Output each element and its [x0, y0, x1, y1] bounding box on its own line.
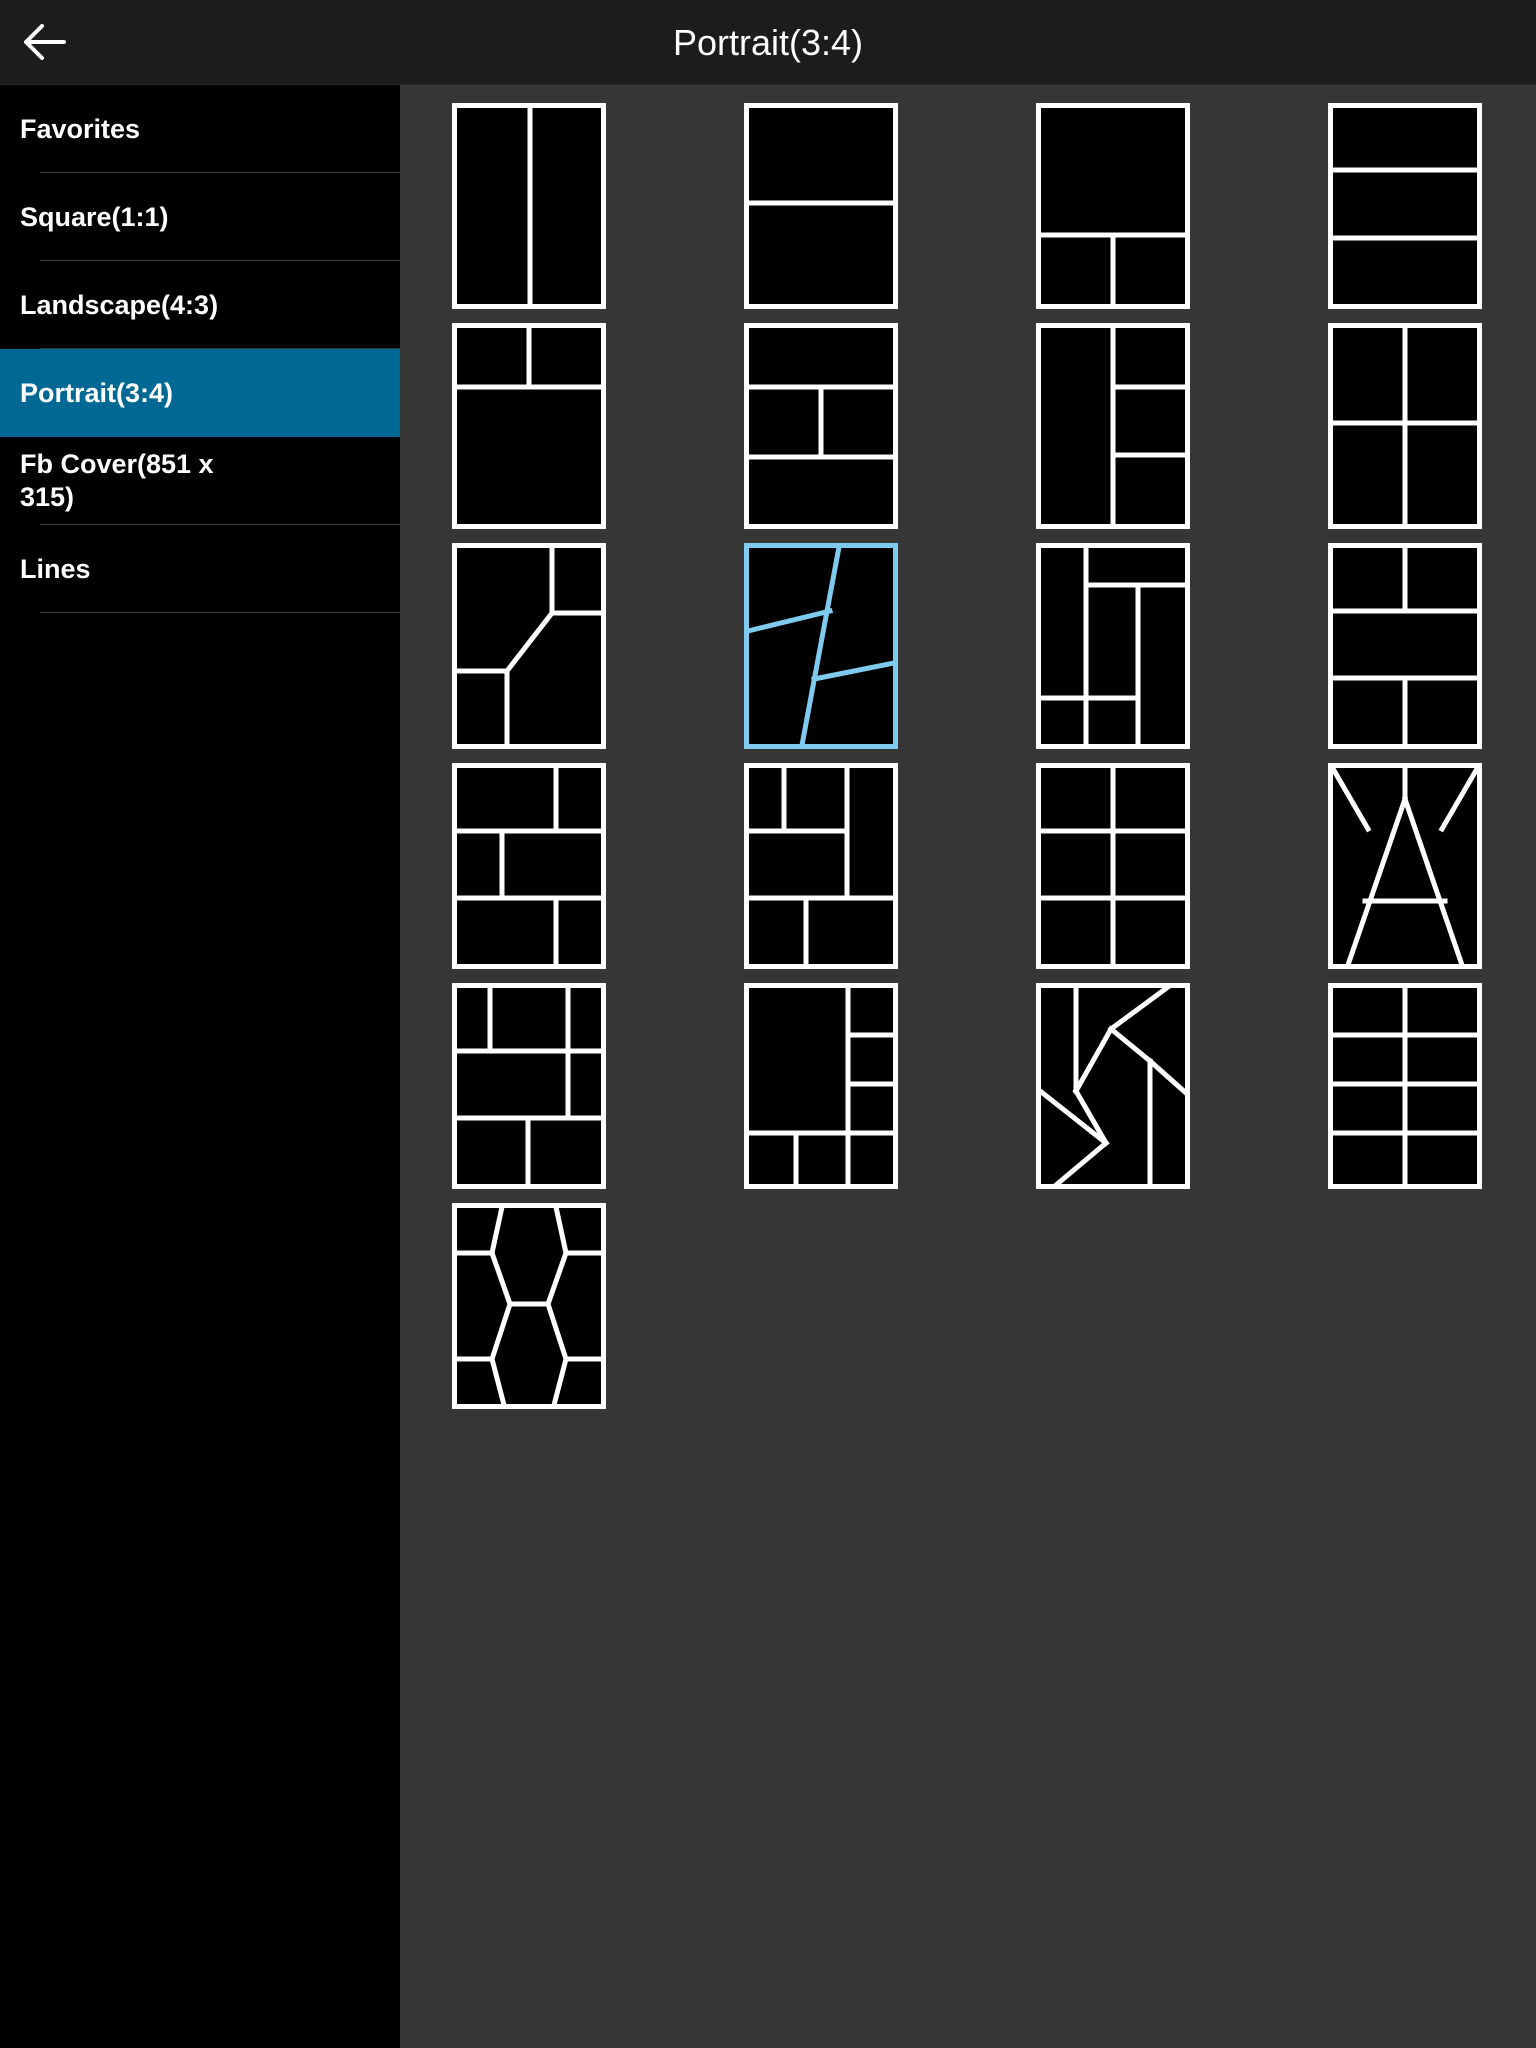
category-sidebar: Favorites Square(1:1) Landscape(4:3) Por… [0, 85, 400, 2048]
page-title: Portrait(3:4) [672, 21, 864, 63]
layout-template[interactable] [1036, 103, 1190, 309]
collage-layout-icon [1328, 323, 1482, 529]
sidebar-item-lines[interactable]: Lines [0, 525, 400, 613]
collage-layout-icon [1328, 543, 1482, 749]
layout-template[interactable] [1036, 323, 1190, 529]
layout-template[interactable] [452, 323, 606, 529]
sidebar-item-label: Fb Cover(851 x 315) [20, 449, 214, 512]
layout-template[interactable] [1036, 543, 1190, 749]
template-grid [452, 103, 1482, 1409]
layout-template[interactable] [452, 983, 606, 1189]
top-bar: Portrait(3:4) [0, 0, 1536, 85]
collage-layout-icon [452, 103, 606, 309]
collage-layout-icon [1036, 983, 1190, 1189]
layout-template-selected[interactable] [744, 543, 898, 749]
layout-template[interactable] [452, 1203, 606, 1409]
collage-layout-icon [452, 323, 606, 529]
sidebar-item-label: Lines [20, 553, 91, 584]
layout-template[interactable] [452, 543, 606, 749]
sidebar-item-label: Favorites [20, 113, 141, 144]
layout-template[interactable] [1328, 983, 1482, 1189]
sidebar-item-label: Square(1:1) [20, 201, 169, 232]
layout-template[interactable] [744, 323, 898, 529]
layout-template[interactable] [1328, 103, 1482, 309]
collage-layout-icon [452, 1203, 606, 1409]
sidebar-item-fb-cover[interactable]: Fb Cover(851 x 315) [0, 437, 400, 525]
collage-layout-icon [1036, 763, 1190, 969]
layout-template[interactable] [744, 763, 898, 969]
collage-layout-icon [1036, 103, 1190, 309]
sidebar-item-square[interactable]: Square(1:1) [0, 173, 400, 261]
arrow-left-icon [24, 24, 66, 60]
collage-layout-icon [1328, 763, 1482, 969]
layout-template[interactable] [744, 103, 898, 309]
sidebar-item-label: Landscape(4:3) [20, 289, 219, 320]
collage-layout-icon [452, 763, 606, 969]
layout-template[interactable] [1036, 763, 1190, 969]
divider [40, 612, 400, 613]
collage-layout-icon [1036, 543, 1190, 749]
collage-layout-icon [1328, 983, 1482, 1189]
layout-template[interactable] [744, 983, 898, 1189]
back-button[interactable] [14, 14, 74, 70]
layout-template[interactable] [1328, 763, 1482, 969]
sidebar-item-landscape[interactable]: Landscape(4:3) [0, 261, 400, 349]
layout-template[interactable] [452, 103, 606, 309]
sidebar-item-label: Portrait(3:4) [20, 377, 174, 408]
layout-template[interactable] [1328, 323, 1482, 529]
sidebar-item-portrait[interactable]: Portrait(3:4) [0, 349, 400, 437]
collage-layout-icon [744, 763, 898, 969]
collage-layout-icon [744, 323, 898, 529]
collage-layout-icon [452, 983, 606, 1189]
sidebar-item-favorites[interactable]: Favorites [0, 85, 400, 173]
collage-layout-icon [744, 103, 898, 309]
collage-layout-icon [452, 543, 606, 749]
collage-layout-icon [1328, 103, 1482, 309]
collage-layout-icon [1036, 323, 1190, 529]
collage-layout-icon [744, 543, 898, 749]
layout-template[interactable] [1328, 543, 1482, 749]
collage-layout-icon [744, 983, 898, 1189]
layout-template[interactable] [1036, 983, 1190, 1189]
layout-template[interactable] [452, 763, 606, 969]
template-content-area [400, 85, 1536, 2048]
